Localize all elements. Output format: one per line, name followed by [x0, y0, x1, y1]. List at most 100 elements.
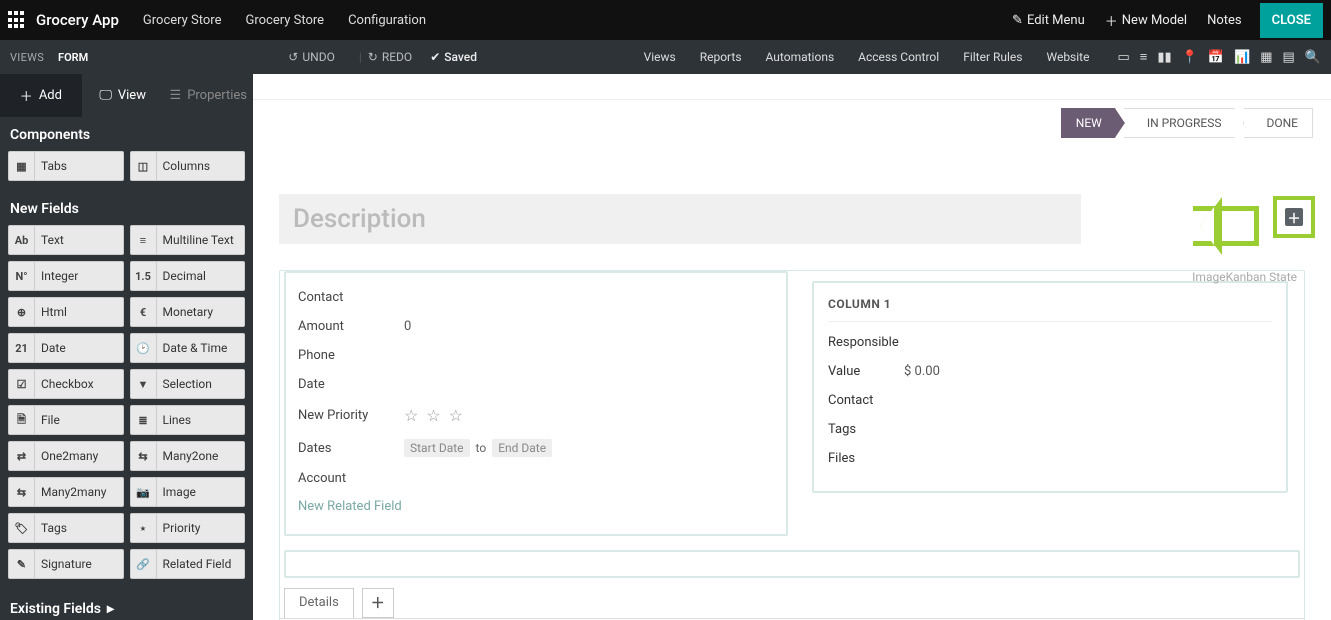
field-icon: ✎: [9, 550, 35, 578]
field-priority[interactable]: ⋆Priority: [130, 513, 246, 543]
component-columns[interactable]: ◫Columns: [130, 151, 246, 181]
toolbar: VIEWS FORM ↺UNDO | ↻REDO ✔Saved Views Re…: [0, 40, 1331, 74]
field-lines[interactable]: ≣Lines: [130, 405, 246, 435]
field-date[interactable]: 21Date: [8, 333, 124, 363]
field-label: Many2many: [35, 485, 106, 499]
component-tabs[interactable]: ▦Tabs: [8, 151, 124, 181]
field-label: Signature: [35, 557, 92, 571]
field-image[interactable]: 📷Image: [130, 477, 246, 507]
dates-label: Dates: [298, 441, 404, 456]
search-icon[interactable]: 🔍: [1305, 50, 1321, 65]
toolbar-website[interactable]: Website: [1046, 50, 1089, 64]
toolbar-automations[interactable]: Automations: [766, 50, 835, 64]
field-label: Integer: [35, 269, 78, 283]
toolbar-filter-rules[interactable]: Filter Rules: [963, 50, 1022, 64]
status-done[interactable]: DONE: [1243, 108, 1313, 138]
form-view-icon[interactable]: ▭: [1117, 50, 1129, 65]
responsible-label: Responsible: [828, 335, 904, 350]
field-label: Related Field: [157, 557, 232, 571]
undo-button[interactable]: ↺UNDO: [288, 50, 335, 64]
field-icon: 🕑: [131, 334, 157, 362]
toolbar-views[interactable]: Views: [644, 50, 676, 64]
notes-button[interactable]: Notes: [1207, 13, 1242, 28]
sidebar-tab-add[interactable]: ＋ Add: [0, 74, 82, 117]
field-label: Checkbox: [35, 377, 94, 391]
field-integer[interactable]: N°Integer: [8, 261, 124, 291]
nav-link-grocery-2[interactable]: Grocery Store: [245, 13, 324, 28]
apps-icon[interactable]: [8, 11, 26, 29]
kanban-view-icon[interactable]: ▮▮: [1157, 50, 1171, 65]
field-icon: Ab: [9, 226, 35, 254]
existing-fields-toggle[interactable]: Existing Fields ▸: [0, 589, 253, 620]
graph-view-icon[interactable]: 📊: [1234, 50, 1250, 65]
tabs-icon: ▦: [9, 152, 35, 180]
field-monetary[interactable]: €Monetary: [130, 297, 246, 327]
activity-view-icon[interactable]: ▤: [1283, 50, 1295, 65]
navbar: Grocery App Grocery Store Grocery Store …: [0, 0, 1331, 40]
field-checkbox[interactable]: ☑Checkbox: [8, 369, 124, 399]
tab-add-button[interactable]: ＋: [362, 588, 394, 618]
field-icon: ⇆: [131, 442, 157, 470]
description-title-input[interactable]: Description: [279, 194, 1081, 244]
priority-stars[interactable]: ☆ ☆ ☆: [404, 406, 465, 425]
field-many2many[interactable]: ⇆Many2many: [8, 477, 124, 507]
toolbar-reports[interactable]: Reports: [700, 50, 742, 64]
map-view-icon[interactable]: 📍: [1182, 50, 1198, 65]
field-related-field[interactable]: 🔗Related Field: [130, 549, 246, 579]
nav-link-grocery-1[interactable]: Grocery Store: [143, 13, 222, 28]
end-date-input[interactable]: End Date: [492, 439, 552, 457]
nav-link-configuration[interactable]: Configuration: [348, 13, 426, 28]
status-in-progress[interactable]: IN PROGRESS: [1124, 108, 1245, 138]
field-multiline-text[interactable]: ≡Multiline Text: [130, 225, 246, 255]
field-label: Tags: [35, 521, 67, 535]
field-file[interactable]: 🗎File: [8, 405, 124, 435]
field-decimal[interactable]: 1.5Decimal: [130, 261, 246, 291]
field-one2many[interactable]: ⇄One2many: [8, 441, 124, 471]
field-many2one[interactable]: ⇆Many2one: [130, 441, 246, 471]
value-value[interactable]: $ 0.00: [904, 364, 940, 379]
edit-menu-button[interactable]: ✎ Edit Menu: [1012, 13, 1085, 28]
toolbar-access-control[interactable]: Access Control: [858, 50, 939, 64]
files-label: Files: [828, 451, 904, 466]
status-new[interactable]: NEW: [1061, 108, 1125, 138]
new-related-field-link[interactable]: New Related Field: [298, 493, 774, 520]
main: ＋ Add 🖵 View ☰ Properties Components ▦Ta…: [0, 74, 1331, 620]
field-selection[interactable]: ▼Selection: [130, 369, 246, 399]
tab-details[interactable]: Details: [284, 588, 354, 618]
start-date-input[interactable]: Start Date: [404, 439, 470, 457]
calendar-view-icon[interactable]: 📅: [1208, 50, 1224, 65]
add-button-highlighted[interactable]: ＋: [1285, 208, 1303, 226]
sidebar-tab-properties[interactable]: ☰ Properties: [164, 74, 253, 117]
to-label: to: [476, 441, 487, 455]
redo-button[interactable]: ↻REDO: [368, 50, 412, 64]
new-model-button[interactable]: ＋ New Model: [1105, 11, 1187, 30]
field-icon: N°: [9, 262, 35, 290]
components-heading: Components: [0, 117, 253, 151]
field-label: Multiline Text: [157, 233, 234, 247]
field-text[interactable]: AbText: [8, 225, 124, 255]
field-tags[interactable]: 🏷Tags: [8, 513, 124, 543]
field-icon: ≡: [131, 226, 157, 254]
amount-value[interactable]: 0: [404, 319, 411, 334]
field-label: Decimal: [157, 269, 206, 283]
form-column-left: Contact Amount0 Phone Date New Priority☆…: [284, 271, 788, 536]
field-date-time[interactable]: 🕑Date & Time: [130, 333, 246, 363]
field-label: Selection: [157, 377, 212, 391]
field-icon: ▼: [131, 370, 157, 398]
field-label: File: [35, 413, 60, 427]
field-html[interactable]: ⊕Html: [8, 297, 124, 327]
component-label: Columns: [157, 159, 211, 173]
notebook-placeholder[interactable]: [284, 550, 1300, 578]
field-signature[interactable]: ✎Signature: [8, 549, 124, 579]
undo-icon: ↺: [288, 50, 298, 64]
sidebar-tab-view[interactable]: 🖵 View: [82, 74, 164, 117]
field-icon: ☑: [9, 370, 35, 398]
field-icon: 🏷: [9, 514, 35, 542]
sidebar: ＋ Add 🖵 View ☰ Properties Components ▦Ta…: [0, 74, 253, 620]
list-view-icon[interactable]: ≡: [1140, 49, 1148, 65]
field-icon: ⇆: [9, 478, 35, 506]
close-button[interactable]: CLOSE: [1260, 3, 1323, 38]
field-icon: 🔗: [131, 550, 157, 578]
view-icon-strip: ▭ ≡ ▮▮ 📍 📅 📊 ▦ ▤ 🔍: [1117, 49, 1321, 65]
pivot-view-icon[interactable]: ▦: [1260, 50, 1272, 65]
